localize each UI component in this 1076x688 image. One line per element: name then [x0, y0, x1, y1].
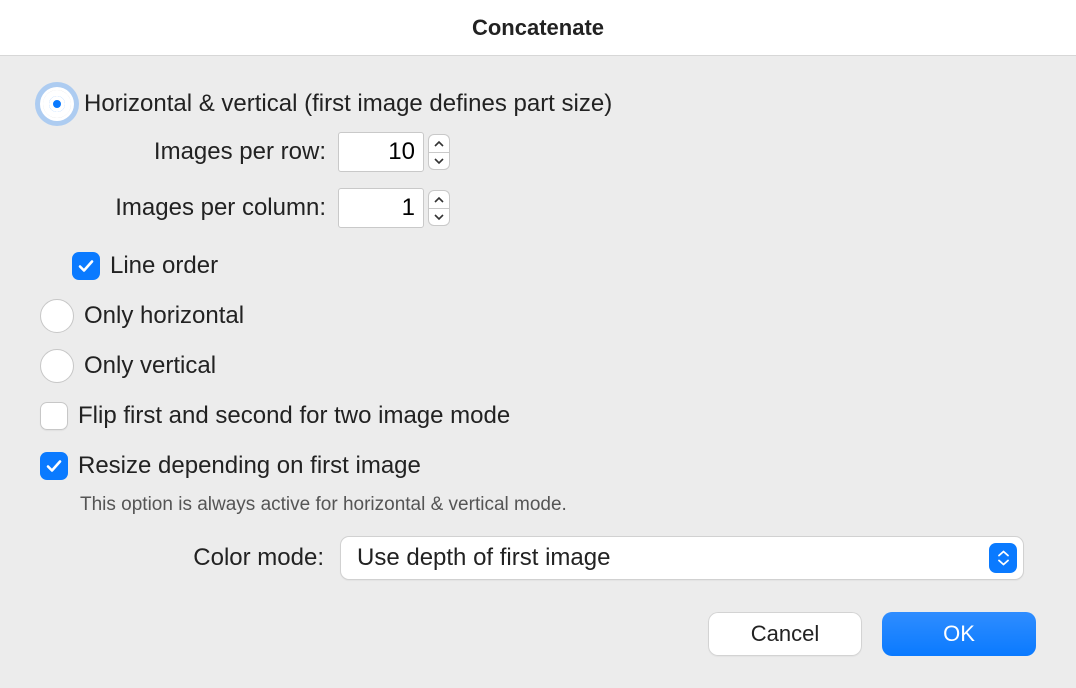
dialog-content: Horizontal & vertical (first image defin…	[0, 56, 1076, 612]
radio-only-horizontal-label: Only horizontal	[84, 302, 244, 330]
dialog-title: Concatenate	[0, 0, 1076, 56]
layout-option-only-horizontal[interactable]: Only horizontal	[40, 294, 1036, 338]
color-mode-row: Color mode: Use depth of first image	[40, 536, 1036, 580]
line-order-label: Line order	[110, 252, 218, 280]
layout-option-horizontal-vertical[interactable]: Horizontal & vertical (first image defin…	[40, 82, 1036, 126]
line-order-option[interactable]: Line order	[40, 244, 1036, 288]
images-per-column-input[interactable]	[338, 188, 424, 228]
flip-first-second-checkbox[interactable]	[40, 402, 68, 430]
updown-icon	[989, 543, 1017, 573]
check-icon	[45, 457, 63, 475]
dialog-window: Concatenate Horizontal & vertical (first…	[0, 0, 1076, 688]
chevron-up-icon	[434, 140, 444, 148]
flip-first-second-label: Flip first and second for two image mode	[78, 402, 510, 430]
radio-only-horizontal[interactable]	[40, 299, 74, 333]
dialog-footer: Cancel OK	[0, 612, 1076, 688]
color-mode-label: Color mode:	[40, 544, 340, 572]
images-per-row-label: Images per row:	[40, 138, 338, 166]
flip-first-second-option[interactable]: Flip first and second for two image mode	[40, 394, 1036, 438]
color-mode-value: Use depth of first image	[357, 544, 989, 572]
resize-first-hint: This option is always active for horizon…	[40, 494, 1036, 516]
line-order-checkbox[interactable]	[72, 252, 100, 280]
images-per-column-field: Images per column:	[40, 188, 1036, 228]
cancel-button[interactable]: Cancel	[708, 612, 862, 656]
chevron-down-icon	[434, 213, 444, 221]
ok-button-label: OK	[943, 621, 975, 647]
radio-only-vertical[interactable]	[40, 349, 74, 383]
chevron-down-icon	[434, 157, 444, 165]
ok-button[interactable]: OK	[882, 612, 1036, 656]
dialog-title-text: Concatenate	[472, 15, 604, 41]
resize-first-label: Resize depending on first image	[78, 452, 421, 480]
color-mode-select[interactable]: Use depth of first image	[340, 536, 1024, 580]
resize-first-checkbox[interactable]	[40, 452, 68, 480]
radio-only-vertical-label: Only vertical	[84, 352, 216, 380]
images-per-row-field: Images per row:	[40, 132, 1036, 172]
images-per-column-label: Images per column:	[40, 194, 338, 222]
radio-horizontal-vertical[interactable]	[40, 87, 74, 121]
images-per-column-step-down[interactable]	[428, 208, 450, 226]
check-icon	[77, 257, 95, 275]
layout-option-only-vertical[interactable]: Only vertical	[40, 344, 1036, 388]
images-per-row-input[interactable]	[338, 132, 424, 172]
images-per-column-step-up[interactable]	[428, 190, 450, 208]
images-per-row-step-up[interactable]	[428, 134, 450, 152]
images-per-row-step-down[interactable]	[428, 152, 450, 170]
images-per-row-stepper	[428, 134, 450, 170]
chevron-up-icon	[434, 196, 444, 204]
radio-horizontal-vertical-label: Horizontal & vertical (first image defin…	[84, 90, 612, 118]
cancel-button-label: Cancel	[751, 621, 819, 647]
images-per-column-stepper	[428, 190, 450, 226]
resize-first-option[interactable]: Resize depending on first image	[40, 444, 1036, 488]
